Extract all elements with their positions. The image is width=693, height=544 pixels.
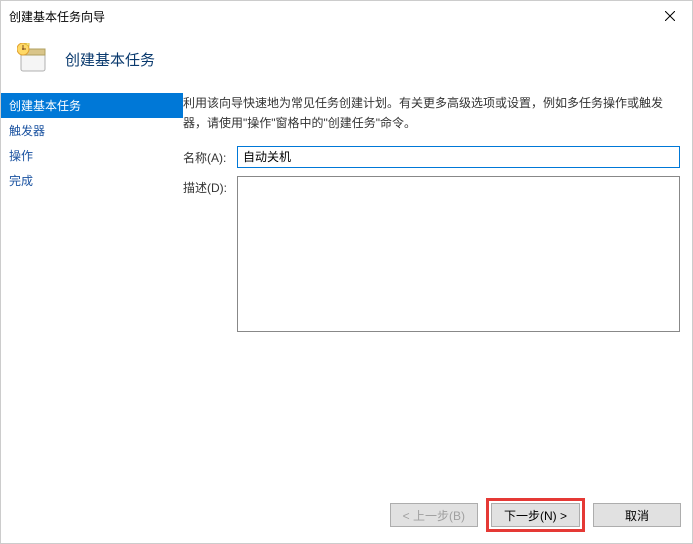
- sidebar-item-action[interactable]: 操作: [1, 143, 183, 168]
- back-button: < 上一步(B): [390, 503, 478, 527]
- name-label: 名称(A):: [183, 146, 237, 166]
- close-icon: [665, 11, 675, 21]
- task-icon: [17, 43, 49, 75]
- content-area: 创建基本任务 触发器 操作 完成 利用该向导快速地为常见任务创建计划。有关更多高…: [1, 93, 692, 340]
- description-input[interactable]: [237, 176, 680, 332]
- name-input[interactable]: [237, 146, 680, 168]
- wizard-footer: < 上一步(B) 下一步(N) > 取消: [390, 498, 681, 532]
- window-title: 创建基本任务向导: [9, 8, 105, 25]
- next-button[interactable]: 下一步(N) >: [491, 503, 580, 527]
- name-row: 名称(A):: [183, 146, 680, 168]
- description-row: 描述(D):: [183, 176, 680, 332]
- intro-text: 利用该向导快速地为常见任务创建计划。有关更多高级选项或设置，例如多任务操作或触发…: [183, 93, 680, 134]
- main-panel: 利用该向导快速地为常见任务创建计划。有关更多高级选项或设置，例如多任务操作或触发…: [183, 93, 692, 340]
- next-button-highlight: 下一步(N) >: [486, 498, 585, 532]
- sidebar-item-create-task[interactable]: 创建基本任务: [1, 93, 183, 118]
- wizard-header: 创建基本任务: [1, 31, 692, 93]
- sidebar-item-trigger[interactable]: 触发器: [1, 118, 183, 143]
- cancel-button[interactable]: 取消: [593, 503, 681, 527]
- wizard-steps-sidebar: 创建基本任务 触发器 操作 完成: [1, 93, 183, 340]
- description-label: 描述(D):: [183, 176, 237, 196]
- sidebar-item-finish[interactable]: 完成: [1, 168, 183, 193]
- titlebar: 创建基本任务向导: [1, 1, 692, 31]
- close-button[interactable]: [648, 1, 692, 31]
- wizard-title: 创建基本任务: [65, 49, 155, 70]
